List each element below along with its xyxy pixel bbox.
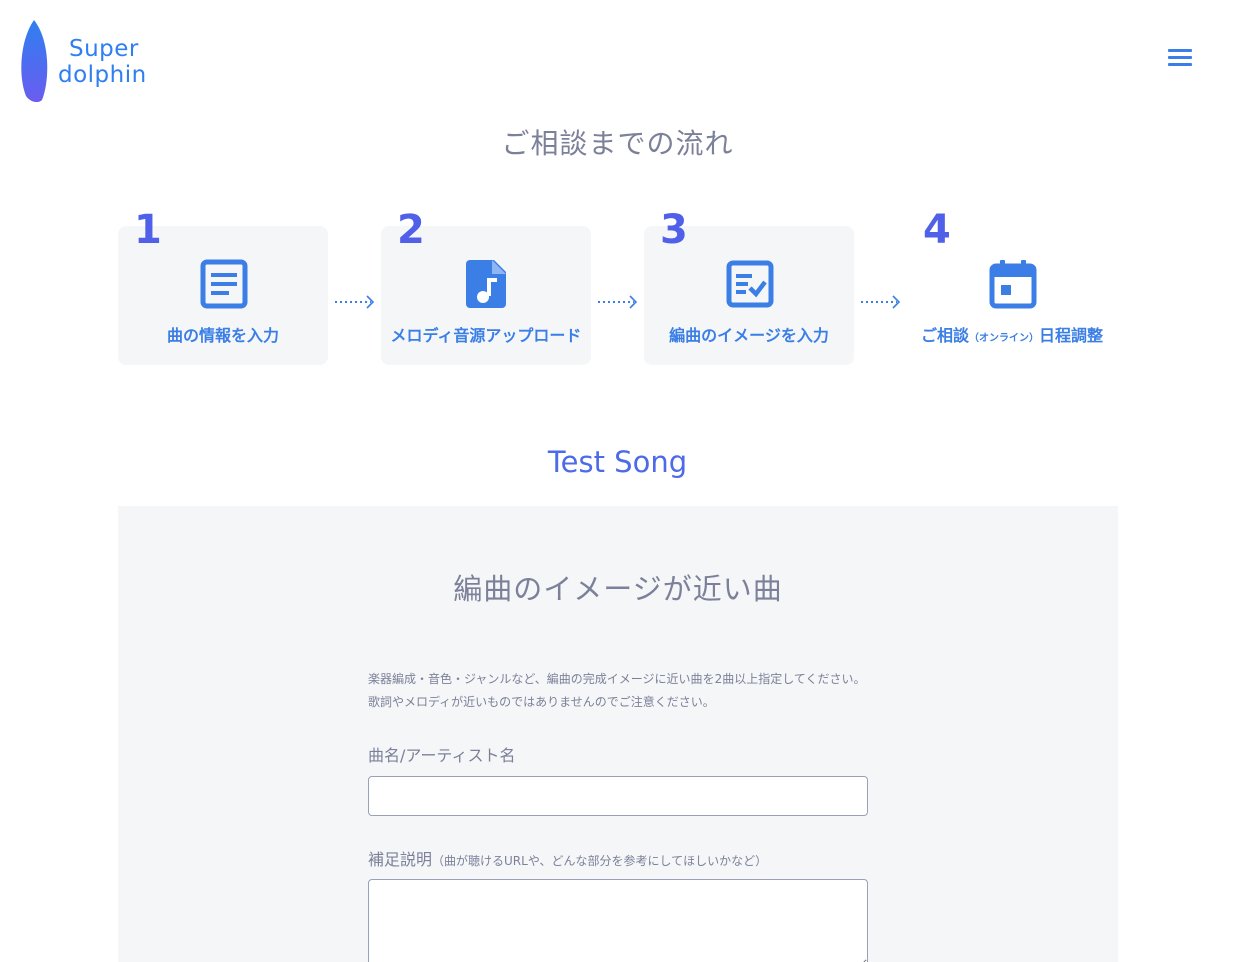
step-label: 曲の情報を入力	[166, 326, 279, 345]
logo-line2: dolphin	[58, 62, 147, 88]
dolphin-logo-icon	[21, 20, 48, 102]
step-label: 編曲のイメージを入力	[669, 326, 829, 345]
step-2: 2 メロディ音源アップロード	[381, 210, 591, 365]
step-number: 3	[660, 207, 688, 253]
arrow-right-icon	[598, 295, 638, 309]
document-icon	[200, 259, 248, 309]
note-field-label-text: 補足説明	[368, 850, 433, 869]
note-field-hint: （曲が聴けるURLや、どんな部分を参考にしてほしいかなど）	[432, 854, 768, 868]
logo[interactable]: Super dolphin	[20, 20, 160, 102]
section-title: 編曲のイメージが近い曲	[453, 572, 783, 606]
step-label-small: （オンライン）	[969, 333, 1039, 344]
arrow-right-icon	[335, 295, 375, 309]
logo-wordmark: Super dolphin	[58, 36, 147, 88]
step-label-pre: ご相談	[920, 326, 969, 345]
section-description: 楽器編成・音色・ジャンルなど、編曲の完成イメージに近い曲を2曲以上指定してくださ…	[368, 668, 865, 714]
step-number: 1	[134, 207, 162, 253]
music-file-icon	[466, 260, 506, 308]
reference-songs-panel: 編曲のイメージが近い曲 楽器編成・音色・ジャンルなど、編曲の完成イメージに近い曲…	[118, 506, 1118, 962]
step-3: 3 編曲のイメージを入力	[644, 210, 854, 365]
description-line-1: 楽器編成・音色・ジャンルなど、編曲の完成イメージに近い曲を2曲以上指定してくださ…	[368, 672, 866, 686]
song-artist-input[interactable]	[368, 776, 868, 816]
step-4: 4 ご相談（オンライン）日程調整	[907, 210, 1117, 365]
calendar-icon	[989, 260, 1037, 309]
hamburger-menu-icon[interactable]	[1166, 46, 1194, 68]
description-line-2: 歌詞やメロディが近いものではありませんのでご注意ください。	[368, 695, 715, 709]
step-number: 2	[397, 207, 425, 253]
flow-title: ご相談までの流れ	[501, 127, 734, 160]
step-number: 4	[923, 207, 951, 253]
song-title: Test Song	[547, 445, 688, 479]
song-field-label: 曲名/アーティスト名	[368, 746, 516, 765]
step-1: 1 曲の情報を入力	[118, 210, 328, 365]
arrow-right-icon	[861, 295, 901, 309]
logo-line1: Super	[69, 36, 139, 62]
checklist-icon	[726, 260, 774, 308]
step-label: ご相談（オンライン）日程調整	[907, 322, 1117, 346]
note-field-label: 補足説明（曲が聴けるURLや、どんな部分を参考にしてほしいかなど）	[368, 846, 767, 870]
flow-steps: 1 曲の情報を入力 2 メロディ音源アップロード 3 編曲のイメージを入力 4 …	[118, 210, 1118, 370]
note-textarea[interactable]	[368, 879, 868, 962]
step-label-post: 日程調整	[1039, 326, 1104, 345]
step-label: メロディ音源アップロード	[390, 326, 582, 345]
